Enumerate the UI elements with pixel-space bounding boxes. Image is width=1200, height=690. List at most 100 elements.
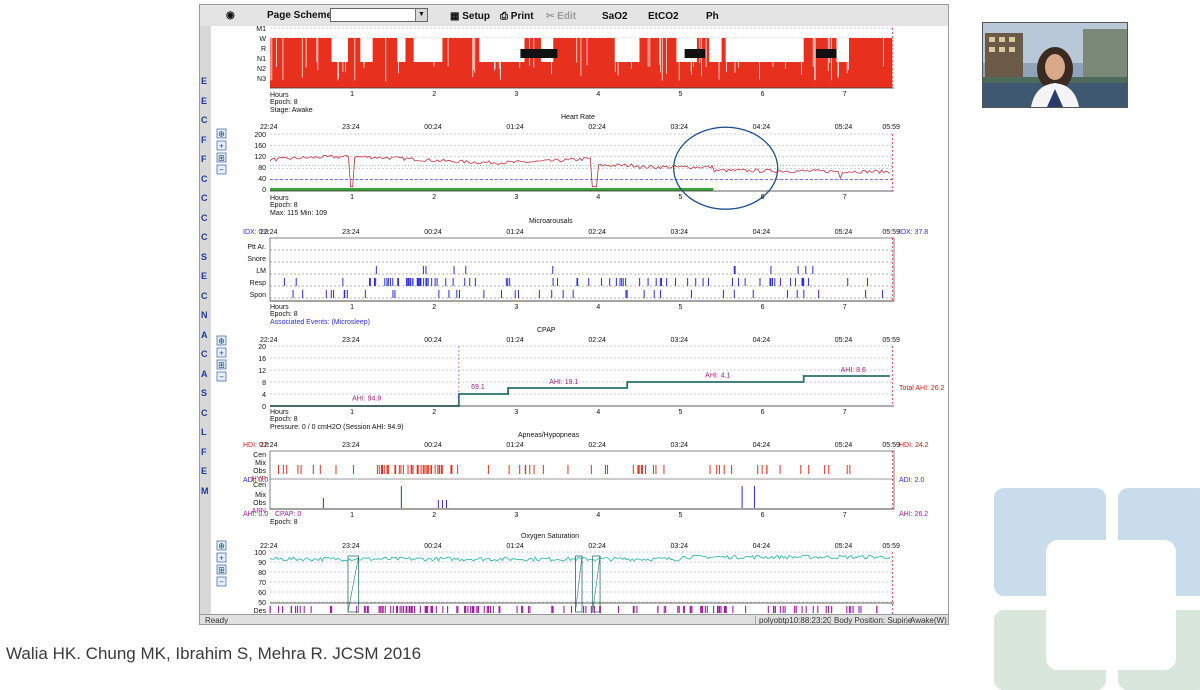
clock-tick-label: 22:24 [260, 543, 278, 550]
hour-tick-label: 7 [843, 91, 847, 98]
clock-tick-label: 04:24 [753, 543, 771, 550]
row-label: Spon [250, 292, 266, 299]
y-tick-label: 50 [258, 600, 266, 607]
page-scheme-icon[interactable]: ◉ [226, 9, 235, 22]
left-strip-letter[interactable]: C [201, 193, 208, 203]
left-strip-letter[interactable]: M [201, 486, 209, 496]
hypnogram-awake-gap [614, 38, 640, 62]
left-strip-letter[interactable]: L [201, 427, 207, 437]
hour-tick-label: 5 [679, 304, 683, 311]
y-tick-label: 120 [254, 154, 266, 161]
y-tick-label: 20 [258, 344, 266, 351]
ahi-label: AHI: 94.9 [352, 396, 381, 403]
clock-tick-label: 02:24 [588, 543, 606, 550]
edit-button[interactable]: ✂ Edit [542, 9, 580, 24]
epoch-label: Epoch: 8 [270, 99, 298, 106]
sao2-button[interactable]: SaO2 [598, 9, 632, 24]
associated-events-label: Associated Events: (Microsleep) [270, 319, 370, 326]
clock-tick-label: 22:24 [260, 337, 278, 344]
panel-title: Oxygen Saturation [521, 533, 579, 540]
hour-tick-label: 1 [350, 512, 354, 519]
left-strip-letter[interactable]: E [201, 271, 207, 281]
ahi-label: AHI: 4.1 [705, 373, 730, 380]
ahi-label: AHI: 19.1 [549, 379, 578, 386]
hour-tick-label: 7 [843, 194, 847, 201]
clock-tick-label: 01:24 [506, 442, 524, 449]
y-tick-label: 100 [254, 550, 266, 557]
clock-tick-label: 03:24 [671, 124, 689, 131]
left-strip-letter[interactable]: S [201, 388, 207, 398]
status-bar: Ready polyobtp10:88:23:20 Body Position:… [200, 614, 948, 624]
print-label: Print [510, 11, 534, 22]
printer-icon: ⎙ [500, 11, 508, 22]
etco2-button[interactable]: EtCO2 [644, 9, 683, 24]
panel-title: Microarousals [529, 218, 573, 225]
left-strip-letter[interactable]: C [201, 349, 208, 359]
left-strip-letter[interactable]: A [201, 330, 208, 340]
row-label: Mix [255, 492, 266, 499]
zoom-fit-icon[interactable]: ⊕ [216, 128, 227, 139]
setup-button[interactable]: ▦ Setup [446, 9, 494, 24]
left-strip-letter[interactable]: A [201, 369, 208, 379]
left-strip-letter[interactable]: C [201, 232, 208, 242]
hour-tick-label: 5 [679, 512, 683, 519]
zoom-reset-icon[interactable]: ⊞ [216, 152, 227, 163]
left-strip-letter[interactable]: C [201, 213, 208, 223]
print-button[interactable]: ⎙ Print [496, 9, 538, 24]
chevron-down-icon[interactable]: ▼ [415, 9, 427, 21]
zoom-reset-icon[interactable]: ⊞ [216, 359, 227, 370]
zoom-in-icon[interactable]: + [216, 552, 227, 563]
left-strip-letter[interactable]: C [201, 291, 208, 301]
left-strip-letter[interactable]: C [201, 408, 208, 418]
zoom-button-glyph: ⊞ [218, 361, 225, 370]
clock-tick-label: 01:24 [506, 124, 524, 131]
zoom-out-icon[interactable]: − [216, 576, 227, 587]
panel-title: CPAP [537, 327, 556, 334]
panel-frame [269, 450, 895, 510]
zoom-button-glyph: ⊞ [218, 566, 225, 575]
left-strip-letter[interactable]: C [201, 115, 208, 125]
left-strip-letter[interactable]: C [201, 174, 208, 184]
zoom-fit-icon[interactable]: ⊕ [216, 540, 227, 551]
ahi-right-label: AHI: 26.2 [899, 511, 928, 518]
left-strip-letter[interactable]: F [201, 154, 207, 164]
hour-tick-label: 3 [514, 512, 518, 519]
left-strip-letter[interactable]: E [201, 76, 207, 86]
zoom-reset-icon[interactable]: ⊞ [216, 564, 227, 575]
hour-tick-label: 5 [679, 194, 683, 201]
edit-label: Edit [557, 11, 577, 22]
zoom-in-icon[interactable]: + [216, 140, 227, 151]
webcam-video [982, 22, 1128, 108]
page-scheme-select[interactable]: ▼ [330, 8, 428, 22]
left-strip-letter[interactable]: E [201, 466, 207, 476]
hour-tick-label: 7 [843, 409, 847, 416]
y-tick-label: 0 [262, 404, 266, 411]
clock-tick-label: 22:24 [260, 124, 278, 131]
clock-tick-label: 03:24 [671, 442, 689, 449]
ahi-left-label: AHI: 0.0 [243, 511, 268, 518]
left-strip-letter[interactable]: F [201, 447, 207, 457]
total-ahi-label: Total AHI: 26.2 [899, 385, 945, 392]
hour-tick-label: 3 [514, 91, 518, 98]
clock-tick-label: 02:24 [588, 442, 606, 449]
hour-tick-label: 1 [350, 194, 354, 201]
hour-tick-label: 5 [679, 409, 683, 416]
clock-tick-label: 05:24 [835, 337, 853, 344]
hypnogram-awake-gap [709, 38, 722, 62]
hour-tick-label: 6 [761, 304, 765, 311]
left-strip-letter[interactable]: S [201, 252, 207, 262]
left-strip-letter[interactable]: N [201, 310, 208, 320]
zoom-in-icon[interactable]: + [216, 347, 227, 358]
report-canvas: M1 W R N1 N2 N3 Hours 1 2 3 4 5 6 7 Epoch: 8 Stage: Awa… [211, 26, 948, 616]
left-strip-letter[interactable]: F [201, 135, 207, 145]
clock-tick-label: 03:24 [671, 229, 689, 236]
zoom-fit-icon[interactable]: ⊕ [216, 335, 227, 346]
ph-button[interactable]: Ph [702, 9, 723, 24]
zoom-out-icon[interactable]: − [216, 371, 227, 382]
left-strip-letter[interactable]: E [201, 96, 207, 106]
stage-label: M1 [256, 26, 266, 33]
hour-tick-label: 2 [432, 194, 436, 201]
zoom-out-icon[interactable]: − [216, 164, 227, 175]
hdi-right-label: HDI: 24.2 [899, 442, 929, 449]
clock-tick-label: 02:24 [588, 124, 606, 131]
